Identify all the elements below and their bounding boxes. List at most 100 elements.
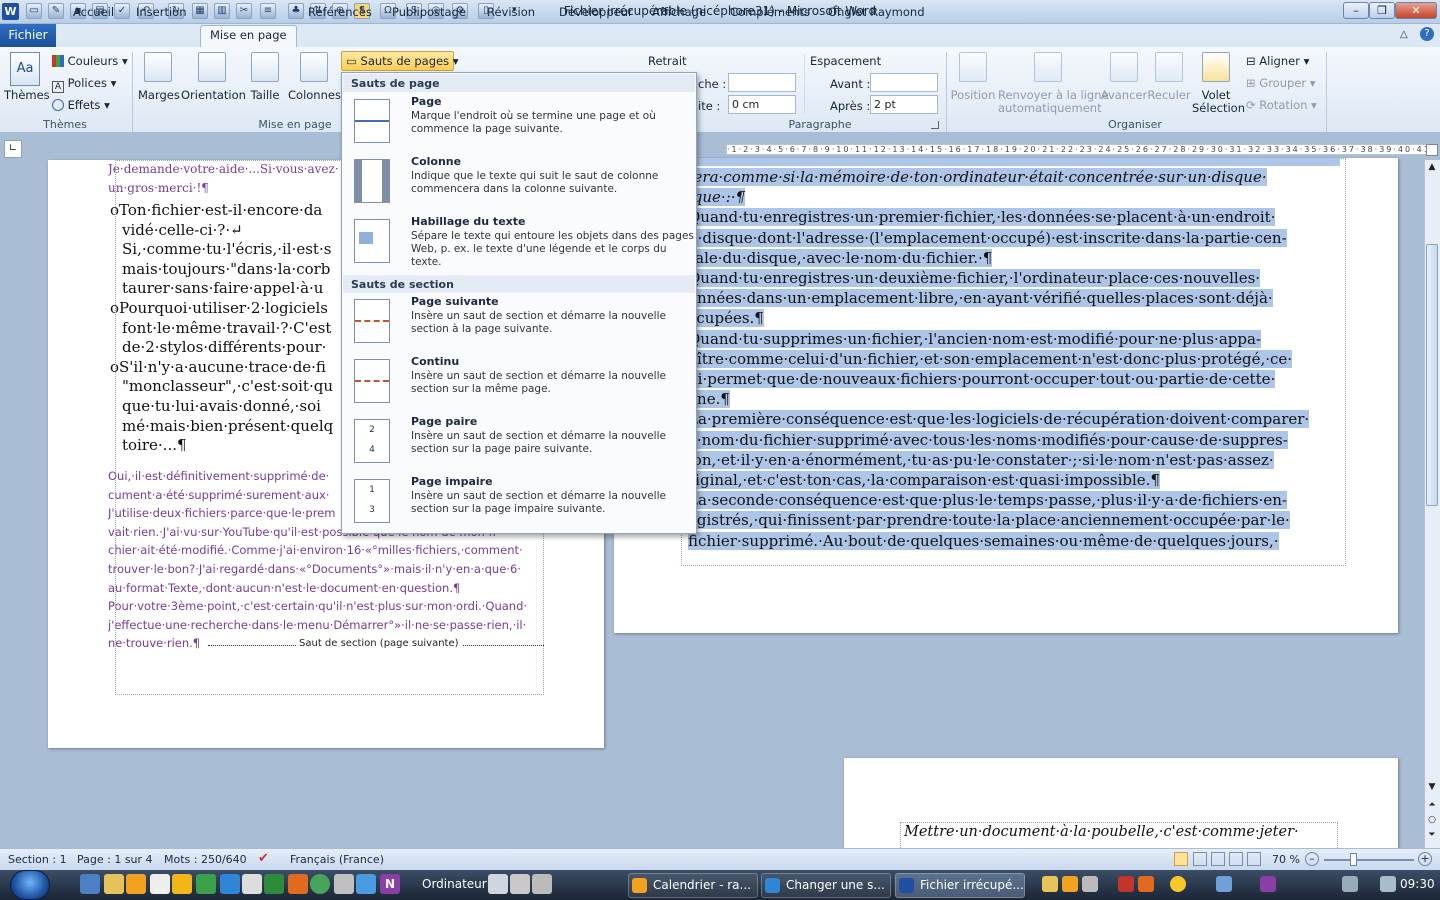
menu-item-continu[interactable]: Continu Insère un saut de section et dém… bbox=[348, 355, 692, 415]
view-web-icon[interactable] bbox=[1211, 852, 1225, 866]
zoom-slider[interactable] bbox=[1324, 859, 1414, 861]
horizontal-ruler[interactable]: ·1·2·3·4·5·6·7·8·9·10·11·12·13·14·15·16·… bbox=[726, 144, 1428, 155]
couleurs-button[interactable]: Couleurs ▾ bbox=[52, 54, 128, 68]
status-page[interactable]: Page : 1 sur 4 bbox=[77, 853, 153, 866]
tab-publipostage[interactable]: Publipostage bbox=[383, 3, 475, 23]
tools-tray-icon[interactable] bbox=[334, 874, 354, 894]
help-icon[interactable]: ? bbox=[1420, 27, 1434, 41]
minimize-button[interactable]: – bbox=[1343, 2, 1369, 19]
chrome-icon[interactable] bbox=[310, 874, 330, 894]
zoom-in-button[interactable]: + bbox=[1418, 852, 1432, 866]
tab-references[interactable]: Références bbox=[299, 3, 381, 23]
view-outline-icon[interactable] bbox=[1229, 852, 1243, 866]
view-draft-icon[interactable] bbox=[1247, 852, 1261, 866]
browse-object-icon[interactable]: ○ bbox=[1426, 815, 1438, 825]
ie-icon[interactable] bbox=[220, 874, 240, 894]
pen-icon[interactable] bbox=[242, 874, 262, 894]
outlook-icon[interactable] bbox=[126, 874, 146, 894]
ribbon-minimize-icon[interactable]: △ bbox=[1400, 29, 1408, 40]
tray-outlook-icon[interactable] bbox=[1062, 876, 1078, 892]
menu-item-page-paire[interactable]: 24 Page paire Insère un saut de section … bbox=[348, 415, 692, 475]
start-button[interactable] bbox=[10, 870, 50, 900]
volet-selection-button[interactable]: Volet Sélection bbox=[1192, 52, 1245, 115]
tab-revision[interactable]: Révision bbox=[478, 3, 544, 23]
monitor-icon[interactable] bbox=[196, 874, 216, 894]
tray-sun-icon[interactable] bbox=[1170, 876, 1186, 892]
tab-accueil[interactable]: Accueil bbox=[64, 3, 123, 23]
proofing-icon[interactable]: ✔ bbox=[258, 851, 269, 866]
tray-mail-icon[interactable] bbox=[1042, 876, 1058, 892]
media-icon[interactable] bbox=[172, 874, 192, 894]
scroll-thumb[interactable] bbox=[1426, 244, 1438, 506]
printer-icon[interactable] bbox=[532, 874, 552, 894]
retrait-droite-input[interactable]: 0 cm bbox=[728, 95, 796, 114]
taskbar-item-calendrier[interactable]: Calendrier - ra... bbox=[628, 873, 758, 898]
espacement-apres-input[interactable]: 2 pt bbox=[870, 95, 938, 114]
effets-button[interactable]: Effets ▾ bbox=[52, 98, 110, 112]
colonnes-button[interactable]: Colonnes bbox=[288, 52, 341, 112]
menu-item-habillage[interactable]: Habillage du texte Sépare le texte qui e… bbox=[348, 215, 694, 275]
zoom-slider-thumb[interactable] bbox=[1350, 853, 1357, 866]
firefox-icon[interactable] bbox=[288, 874, 308, 894]
excel-icon[interactable] bbox=[264, 874, 284, 894]
tray-network-icon[interactable] bbox=[1342, 876, 1358, 892]
close-button[interactable]: ✕ bbox=[1395, 2, 1437, 19]
status-section[interactable]: Section : 1 bbox=[8, 853, 67, 866]
tab-affichage[interactable]: Affichage bbox=[643, 3, 715, 23]
rotation-button[interactable]: ⟳ Rotation ▾ bbox=[1246, 98, 1317, 112]
explorer-icon[interactable] bbox=[104, 874, 124, 894]
next-page-icon[interactable]: ⏷ bbox=[1426, 830, 1438, 840]
tab-mise-en-page[interactable]: Mise en page bbox=[200, 25, 297, 48]
themes-button[interactable]: Aa Thèmes bbox=[4, 52, 50, 112]
marges-button[interactable]: Marges bbox=[138, 52, 180, 112]
tab-complements[interactable]: Compléments bbox=[721, 3, 819, 23]
onenote-icon[interactable] bbox=[150, 874, 170, 894]
tray-gear-icon[interactable] bbox=[1082, 876, 1098, 892]
grouper-button[interactable]: ⊞ Grouper ▾ bbox=[1246, 76, 1316, 90]
tab-onglet-raymond[interactable]: Onglet Raymond bbox=[819, 3, 934, 23]
taskbar-item-changer[interactable]: Changer une s... bbox=[761, 873, 891, 898]
desktop-icon[interactable] bbox=[80, 874, 100, 894]
tray-volume-icon[interactable] bbox=[1380, 876, 1396, 892]
tab-developpeur[interactable]: Développeur bbox=[550, 3, 642, 23]
zoom-out-button[interactable]: – bbox=[1305, 852, 1319, 866]
tab-fichier[interactable]: Fichier bbox=[0, 24, 56, 47]
retrait-gauche-input[interactable] bbox=[728, 73, 796, 92]
renvoyer-button[interactable]: Renvoyer à la ligne automatiquement bbox=[998, 52, 1109, 115]
scroll-up-button[interactable]: ▲ bbox=[1426, 162, 1438, 172]
taille-button[interactable]: Taille bbox=[249, 52, 281, 112]
tab-insertion[interactable]: Insertion bbox=[127, 3, 196, 23]
menu-item-colonne[interactable]: Colonne Indique que le texte qui suit le… bbox=[348, 155, 692, 215]
tab-selector[interactable]: ∟ bbox=[4, 140, 22, 158]
orientation-button[interactable]: Orientation bbox=[181, 52, 246, 112]
menu-item-page-impaire[interactable]: 13 Page impaire Insère un saut de sectio… bbox=[348, 475, 692, 535]
avancer-button[interactable]: Avancer bbox=[1100, 52, 1148, 112]
zoom-level[interactable]: 70 % bbox=[1272, 853, 1300, 866]
messenger-icon[interactable] bbox=[356, 874, 376, 894]
tray-red-icon[interactable] bbox=[1118, 876, 1134, 892]
aligner-button[interactable]: ⊟ Aligner ▾ bbox=[1246, 54, 1309, 68]
onenote-n-icon[interactable]: N bbox=[380, 874, 400, 894]
polices-button[interactable]: A Polices ▾ bbox=[52, 76, 116, 93]
maximize-button[interactable]: ❐ bbox=[1369, 2, 1395, 19]
scroll-down-button[interactable]: ▼ bbox=[1426, 782, 1438, 792]
tray-photo-icon[interactable] bbox=[1216, 876, 1232, 892]
ordinateur-label[interactable]: Ordinateur bbox=[422, 877, 487, 891]
menu-item-page-suivante[interactable]: Page suivante Insère un saut de section … bbox=[348, 295, 692, 355]
taskbar-item-word[interactable]: Fichier irrécupé... bbox=[895, 873, 1025, 898]
tray-onenote-icon[interactable] bbox=[1260, 876, 1276, 892]
espacement-avant-input[interactable] bbox=[870, 73, 938, 92]
drive-icon[interactable] bbox=[510, 874, 530, 894]
network-icon[interactable] bbox=[488, 874, 508, 894]
position-button[interactable]: Position bbox=[950, 52, 996, 112]
ruler-toggle-icon[interactable] bbox=[1426, 144, 1438, 156]
clock[interactable]: 09:30 bbox=[1400, 877, 1435, 891]
status-language[interactable]: Français (France) bbox=[290, 853, 384, 866]
status-words[interactable]: Mots : 250/640 bbox=[164, 853, 247, 866]
paragraph-dialog-launcher-icon[interactable] bbox=[931, 121, 939, 129]
sauts-de-pages-button[interactable]: ▭ Sauts de pages ▾ bbox=[341, 51, 459, 71]
previous-page-icon[interactable]: ⏶ bbox=[1426, 800, 1438, 810]
view-print-layout-icon[interactable] bbox=[1174, 852, 1188, 866]
tray-firefox-icon[interactable] bbox=[1138, 876, 1154, 892]
view-full-screen-icon[interactable] bbox=[1193, 852, 1207, 866]
